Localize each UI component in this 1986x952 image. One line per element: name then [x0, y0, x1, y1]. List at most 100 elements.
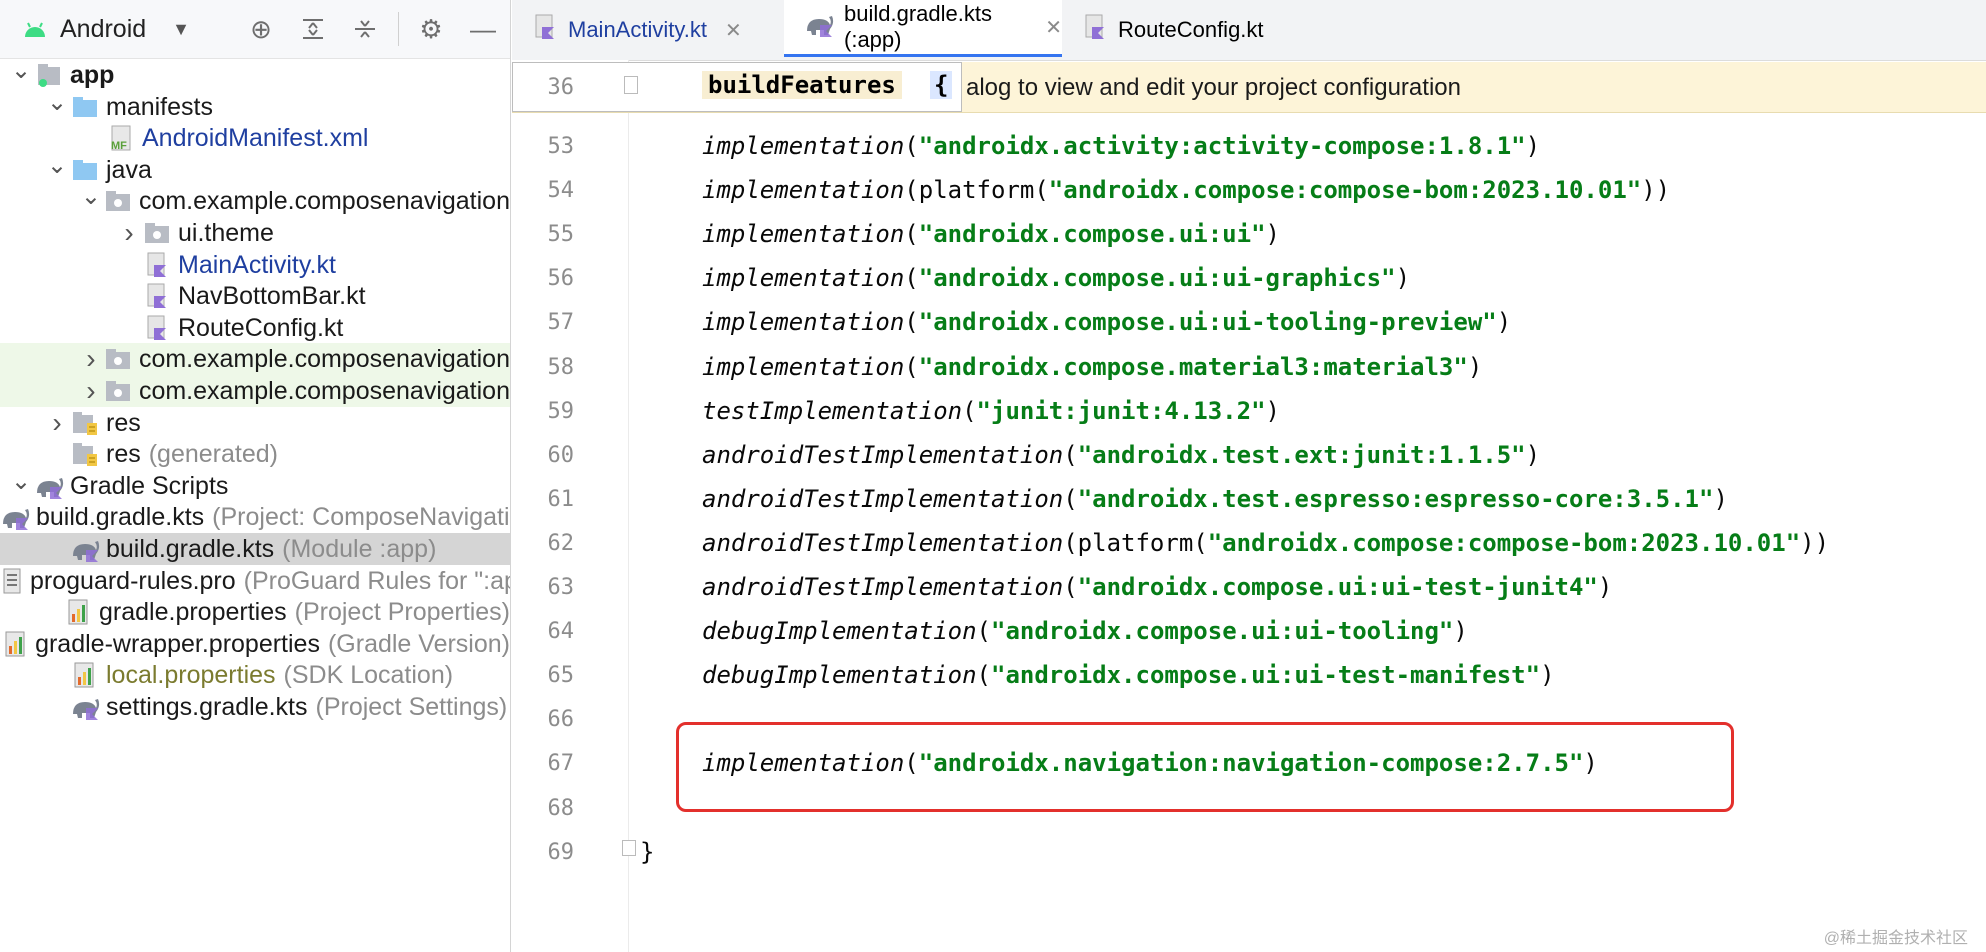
- tree-item[interactable]: › com.example.composenavigation: [0, 375, 510, 407]
- code-function: testImplementation: [702, 397, 963, 425]
- code-string: "androidx.compose.ui:ui-test-manifest": [991, 661, 1541, 689]
- code-punctuation: (: [904, 132, 919, 160]
- tree-item-label: com.example.composenavigation: [138, 344, 510, 373]
- tree-item[interactable]: ⌄ com.example.composenavigation: [0, 182, 510, 217]
- code-string: "androidx.activity:activity-compose:1.8.…: [918, 132, 1526, 160]
- tree-item-hint: (Project: ComposeNavigation): [212, 502, 510, 531]
- code-punctuation: (: [904, 220, 919, 248]
- code-string: "junit:junit:4.13.2": [976, 397, 1266, 425]
- tree-item[interactable]: ⌄ Gradle Scripts: [0, 467, 510, 502]
- tree-item[interactable]: MF AndroidManifest.xml: [0, 122, 510, 154]
- package-icon: [104, 344, 133, 374]
- code-punctuation: ): [1496, 308, 1512, 336]
- tree-item[interactable]: › ui.theme: [0, 217, 510, 249]
- editor-tabs: MainActivity.kt ✕ build.gradle.kts (:app) ✕…: [512, 0, 1986, 61]
- line-number: 57: [547, 310, 575, 335]
- folder-icon: [70, 155, 100, 185]
- line-number: 60: [547, 443, 575, 468]
- tree-item[interactable]: RouteConfig.kt: [0, 312, 510, 344]
- project-tool-window: Android ▼ ⊕ ⚙ — ⌄ app ⌄ manifests MF AndroidM…: [0, 0, 511, 952]
- chevron-right-icon[interactable]: ›: [78, 375, 103, 407]
- code-function: implementation: [702, 308, 905, 336]
- code-string: "androidx.compose.ui:ui-test-junit4": [1077, 573, 1598, 601]
- tree-item[interactable]: res (generated): [0, 438, 510, 470]
- chevron-down-icon[interactable]: ⌄: [44, 88, 70, 117]
- chevron-right-icon[interactable]: ›: [44, 407, 70, 439]
- collapse-all-icon[interactable]: [348, 0, 382, 58]
- code-punctuation: (: [1063, 573, 1078, 601]
- chevron-down-icon[interactable]: ⌄: [78, 182, 103, 211]
- target-icon[interactable]: ⊕: [244, 0, 278, 58]
- gutter-divider: [628, 60, 629, 952]
- project-view-selector[interactable]: Android ▼: [22, 0, 190, 58]
- tree-item[interactable]: gradle-wrapper.properties (Gradle Version…: [0, 628, 510, 660]
- line-number: 64: [547, 619, 575, 644]
- tree-item[interactable]: build.gradle.kts (Module :app): [0, 533, 510, 565]
- chevron-down-icon[interactable]: ⌄: [8, 56, 34, 85]
- tree-item[interactable]: proguard-rules.pro (ProGuard Rules for ":…: [0, 565, 510, 597]
- tree-item[interactable]: ⌄ manifests: [0, 88, 510, 123]
- tree-item[interactable]: build.gradle.kts (Project: ComposeNavigat…: [0, 501, 510, 533]
- tree-item[interactable]: › com.example.composenavigation: [0, 343, 510, 375]
- tree-item[interactable]: gradle.properties (Project Properties): [0, 596, 510, 628]
- code-string: "androidx.compose.ui:ui": [918, 220, 1266, 248]
- code-function: implementation: [702, 220, 905, 248]
- properties-file-icon: [3, 629, 29, 659]
- code-line: androidTestImplementation("androidx.test…: [702, 441, 1540, 469]
- code-punctuation: ): [1540, 661, 1555, 689]
- line-number: 55: [547, 222, 575, 247]
- tree-item[interactable]: ⌄ java: [0, 151, 510, 186]
- editor-tab[interactable]: build.gradle.kts (:app) ✕: [784, 0, 1062, 57]
- code-line: implementation("androidx.compose.materia…: [702, 353, 1482, 381]
- tree-item-hint: (Module :app): [282, 534, 437, 563]
- code-function: androidTestImplementation: [702, 573, 1064, 601]
- code-punctuation: ): [1525, 132, 1541, 160]
- expand-all-icon[interactable]: [296, 0, 330, 58]
- line-number: 69: [547, 840, 575, 865]
- chevron-right-icon[interactable]: ›: [116, 217, 142, 249]
- line-number: 58: [547, 355, 575, 380]
- code-string: "androidx.test.espresso:espresso-core:3.…: [1077, 485, 1714, 513]
- close-icon[interactable]: ✕: [1045, 15, 1062, 40]
- watermark: @稀土掘金技术社区: [1823, 930, 1968, 947]
- line-number: 62: [547, 531, 575, 556]
- project-toolbar: Android ▼ ⊕ ⚙ —: [0, 0, 510, 59]
- code-function: debugImplementation: [702, 617, 977, 645]
- chevron-right-icon[interactable]: ›: [78, 343, 103, 375]
- code-punctuation: ): [1525, 441, 1541, 469]
- tree-item[interactable]: settings.gradle.kts (Project Settings): [0, 691, 510, 723]
- kotlin-file-icon: [1082, 13, 1108, 47]
- text-file-icon: [0, 566, 24, 596]
- tree-item-label: manifests: [106, 92, 213, 121]
- tree-item[interactable]: › res: [0, 407, 510, 439]
- tree-item-label: RouteConfig.kt: [178, 313, 344, 342]
- gear-icon[interactable]: ⚙: [414, 0, 448, 58]
- line-number: 54: [547, 178, 575, 203]
- tree-item[interactable]: NavBottomBar.kt: [0, 280, 510, 312]
- editor-tab[interactable]: RouteConfig.kt: [1062, 0, 1292, 60]
- code-function: implementation: [702, 132, 905, 160]
- editor-tab[interactable]: MainActivity.kt ✕: [512, 0, 784, 60]
- editor-tab-label: MainActivity.kt: [568, 17, 707, 42]
- tree-item[interactable]: MainActivity.kt: [0, 249, 510, 281]
- chevron-down-icon[interactable]: ⌄: [44, 151, 70, 180]
- notification-banner-text[interactable]: alog to view and edit your project confi…: [966, 74, 1461, 102]
- gradle-file-icon: [34, 471, 64, 501]
- android-icon: [25, 22, 45, 37]
- code-punctuation: (: [1063, 485, 1078, 513]
- chevron-down-icon[interactable]: ⌄: [8, 467, 34, 496]
- code-function: androidTestImplementation: [702, 485, 1064, 513]
- code-punctuation: (platform(: [1063, 529, 1208, 557]
- close-icon[interactable]: ✕: [725, 18, 742, 43]
- fold-icon[interactable]: [622, 840, 636, 856]
- tree-item[interactable]: local.properties (SDK Location): [0, 659, 510, 691]
- tree-item-label: com.example.composenavigation: [138, 186, 510, 215]
- code-line: implementation("androidx.activity:activi…: [702, 132, 1540, 160]
- code-function: implementation: [702, 264, 905, 292]
- code-punctuation: (: [904, 264, 919, 292]
- minimize-icon[interactable]: —: [466, 0, 500, 58]
- code-punctuation: (: [1063, 441, 1078, 469]
- highlight-annotation-box: [676, 722, 1734, 812]
- tree-item[interactable]: ⌄ app: [0, 56, 510, 91]
- fold-icon[interactable]: [624, 76, 638, 94]
